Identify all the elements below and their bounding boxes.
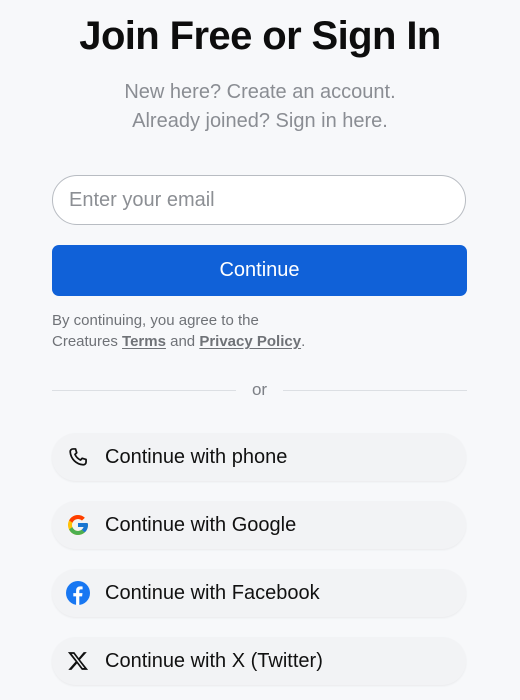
social-button-label: Continue with phone	[105, 446, 288, 468]
social-button-label: Continue with Google	[105, 514, 297, 536]
legal-suffix: .	[301, 333, 306, 350]
privacy-policy-link[interactable]: Privacy Policy	[199, 333, 301, 350]
continue-button[interactable]: Continue	[52, 245, 467, 296]
social-button-label: Continue with Facebook	[105, 582, 320, 604]
legal-and: and	[170, 333, 196, 350]
continue-with-phone-button[interactable]: Continue with phone	[52, 433, 466, 481]
subtitle-line-2: Already joined? Sign in here.	[132, 110, 388, 132]
email-field[interactable]	[52, 175, 466, 225]
phone-icon	[66, 445, 90, 469]
google-icon	[66, 513, 90, 537]
subtitle-line-1: New here? Create an account.	[124, 81, 396, 103]
legal-brand: Creatures	[52, 333, 118, 350]
terms-link[interactable]: Terms	[122, 333, 166, 350]
continue-with-google-button[interactable]: Continue with Google	[52, 501, 466, 549]
legal-prefix: By continuing, you agree to the	[52, 312, 259, 329]
facebook-icon	[66, 581, 90, 605]
legal-notice: By continuing, you agree to the Creature…	[52, 310, 467, 352]
page-title: Join Free or Sign In	[79, 14, 441, 58]
social-button-label: Continue with X (Twitter)	[105, 650, 323, 672]
x-twitter-icon	[66, 649, 90, 673]
divider-or-label: or	[236, 378, 283, 402]
continue-with-x-twitter-button[interactable]: Continue with X (Twitter)	[52, 637, 466, 685]
continue-with-facebook-button[interactable]: Continue with Facebook	[52, 569, 466, 617]
page-subtitle: New here? Create an account. Already joi…	[0, 78, 520, 136]
